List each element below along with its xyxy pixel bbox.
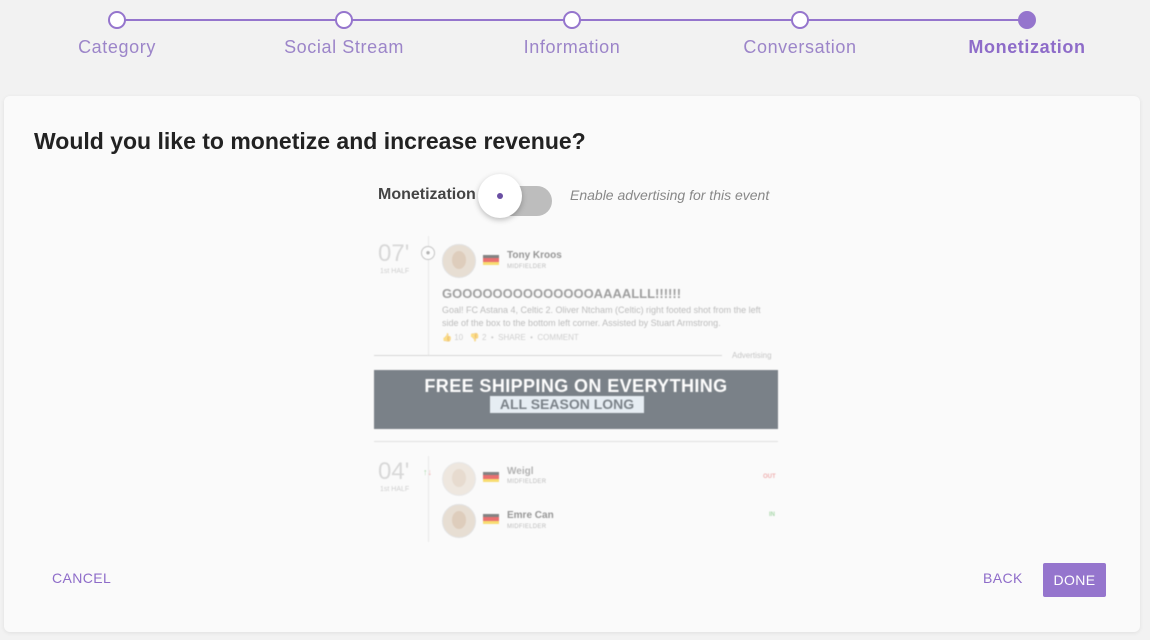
step-label-conversation[interactable]: Conversation [700, 37, 900, 58]
banner-subline: ALL SEASON LONG [490, 396, 644, 413]
toggle-thumb[interactable] [478, 174, 522, 218]
step-dot-social-stream[interactable] [335, 11, 353, 29]
banner-headline: FREE SHIPPING ON EVERYTHING [424, 376, 728, 396]
step-label-information[interactable]: Information [472, 37, 672, 58]
step-dot-conversation[interactable] [791, 11, 809, 29]
thumbs-down-icon[interactable]: 👎 [470, 333, 480, 342]
monetization-label: Monetization [378, 186, 476, 203]
comment-link[interactable]: COMMENT [537, 333, 578, 342]
step-dot-information[interactable] [563, 11, 581, 29]
event-text: Goal! FC Astana 4, Celtic 2. Oliver Ntch… [442, 305, 761, 328]
thumbs-up-icon[interactable]: 👍 [442, 333, 452, 342]
sub-in-tag: IN [769, 512, 775, 518]
feed-divider [374, 441, 778, 442]
advertising-label: Advertising [732, 351, 772, 360]
share-link[interactable]: SHARE [498, 333, 526, 342]
step-dot-category[interactable] [108, 11, 126, 29]
back-button[interactable]: BACK [983, 570, 1023, 586]
player-position: MIDFIELDER [507, 264, 547, 270]
player-name: Tony Kroos [507, 250, 562, 261]
player-name: Weigl [507, 466, 534, 477]
avatar [442, 244, 476, 278]
feed-preview: 07' 1st HALF ● Tony Kroos MIDFIELDER GOO… [370, 236, 780, 542]
monetization-card: Would you like to monetize and increase … [4, 96, 1140, 632]
football-icon: ● [421, 246, 435, 260]
event-actions: 👍 10 👎 2 • SHARE • COMMENT [442, 333, 579, 342]
toggle-dot [497, 193, 503, 199]
avatar [442, 462, 476, 496]
dislike-count: 2 [481, 333, 487, 342]
ad-banner[interactable]: FREE SHIPPING ON EVERYTHING ALL SEASON L… [374, 370, 778, 429]
step-label-social-stream[interactable]: Social Stream [244, 37, 444, 58]
event-title: GOOOOOOOOOOOOOOAAAALLL!!!!!! [442, 286, 682, 301]
step-label-monetization[interactable]: Monetization [927, 37, 1127, 58]
step-label-category[interactable]: Category [17, 37, 217, 58]
avatar [442, 504, 476, 538]
event-half: 1st HALF [380, 486, 410, 493]
germany-flag-icon [483, 514, 499, 524]
like-count: 10 [454, 333, 464, 342]
substitution-icon: ↑↓ [423, 467, 432, 477]
event-half: 1st HALF [380, 268, 410, 275]
sub-out-tag: OUT [763, 474, 776, 480]
step-dot-monetization[interactable] [1018, 11, 1036, 29]
player-position: MIDFIELDER [507, 524, 547, 530]
advertising-divider [374, 355, 722, 356]
page-title: Would you like to monetize and increase … [34, 128, 586, 154]
player-position: MIDFIELDER [507, 479, 547, 485]
cancel-button[interactable]: CANCEL [52, 570, 111, 586]
monetization-toggle[interactable] [478, 174, 552, 218]
germany-flag-icon [483, 472, 499, 482]
done-button[interactable]: DONE [1043, 563, 1106, 597]
progress-stepper: Category Social Stream Information Conve… [0, 0, 1150, 80]
event-minute: 07' [378, 240, 410, 267]
germany-flag-icon [483, 255, 499, 265]
monetization-hint: Enable advertising for this event [570, 187, 770, 203]
event-minute: 04' [378, 458, 410, 485]
player-name: Emre Can [507, 510, 554, 521]
